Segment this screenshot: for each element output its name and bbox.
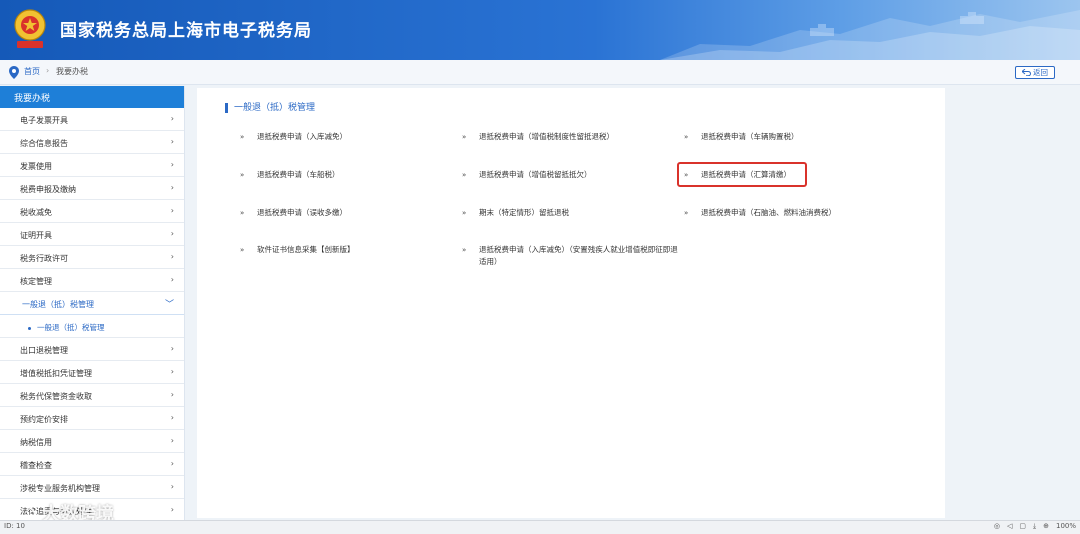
- bullet-dot-icon: [28, 326, 31, 330]
- sidebar-item[interactable]: 证明开具 ›: [0, 223, 184, 246]
- status-bar: ID: 10 ◎ ◁ ▢ ⤓ ⊕ 100%: [0, 520, 1080, 534]
- sidebar-item[interactable]: 稽查检查 ›: [0, 453, 184, 476]
- sidebar-subitem-general-refund[interactable]: 一般退（抵）税管理: [0, 315, 184, 338]
- sidebar-item[interactable]: 税务代保管资金收取 ›: [0, 384, 184, 407]
- chevron-right-icon: ›: [170, 367, 174, 376]
- status-right-tools: ◎ ◁ ▢ ⤓ ⊕ 100%: [994, 522, 1076, 531]
- chevron-right-icon: ›: [170, 482, 174, 491]
- back-button[interactable]: 返回: [1015, 66, 1055, 79]
- chevron-right-icon: ›: [170, 275, 174, 284]
- refund-link[interactable]: » 退抵税费申请（增值税制度性留抵退税）: [462, 131, 614, 143]
- breadcrumb-home-link[interactable]: 首页: [24, 66, 40, 77]
- top-header: 国家税务总局上海市电子税务局: [0, 0, 1080, 60]
- return-arrow-icon: [1022, 69, 1031, 76]
- check-icon[interactable]: ◎: [994, 522, 1000, 531]
- sidebar-item-general-refund[interactable]: 一般退（抵）税管理 ﹀: [0, 292, 184, 315]
- tax-emblem-icon: [14, 9, 46, 48]
- zoom-icon[interactable]: ⊕: [1043, 522, 1049, 531]
- download-icon[interactable]: ⤓: [1033, 522, 1036, 531]
- chevron-right-icon: ›: [170, 183, 174, 192]
- chevron-right-icon: ›: [170, 505, 174, 514]
- double-chevron-icon: »: [240, 133, 245, 141]
- refund-link[interactable]: » 期末（特定情形）留抵退税: [462, 207, 569, 219]
- great-wall-decoration: [660, 10, 1080, 60]
- speaker-icon[interactable]: ◁: [1007, 522, 1012, 531]
- sidebar-menu: 我要办税 电子发票开具 › 综合信息报告 › 发票使用 › 税费申报及缴纳 › 税收减免…: [0, 86, 185, 520]
- chevron-right-icon: ›: [170, 137, 174, 146]
- chevron-right-icon: ›: [170, 390, 174, 399]
- sidebar-item[interactable]: 涉税专业服务机构管理 ›: [0, 476, 184, 499]
- back-button-label: 返回: [1033, 68, 1048, 77]
- refund-link[interactable]: » 退抵税费申请（石脑油、燃料油消费税）: [684, 207, 836, 219]
- double-chevron-icon: »: [462, 133, 467, 141]
- refund-link[interactable]: » 退抵税费申请（入库减免）（安置残疾人就业增值税即征即退适用）: [462, 244, 679, 268]
- refund-link[interactable]: » 退抵税费申请（增值税留抵抵欠）: [462, 169, 592, 181]
- chevron-right-icon: ›: [170, 459, 174, 468]
- main-content-card: 一般退（抵）税管理 » 退抵税费申请（入库减免） » 退抵税费申请（增值税制度性留抵…: [197, 88, 945, 518]
- software-cert-link[interactable]: » 软件证书信息采集【创新版】: [240, 244, 355, 256]
- sidebar-item[interactable]: 税费申报及缴纳 ›: [0, 177, 184, 200]
- sidebar-item[interactable]: 增值税抵扣凭证管理 ›: [0, 361, 184, 384]
- sidebar-item[interactable]: 发票使用 ›: [0, 154, 184, 177]
- location-pin-icon: [9, 66, 19, 79]
- refund-link-settlement[interactable]: » 退抵税费申请（汇算清缴）: [684, 169, 791, 181]
- refund-link[interactable]: » 退抵税费申请（误收多缴）: [240, 207, 347, 219]
- double-chevron-icon: »: [240, 246, 245, 254]
- refund-link[interactable]: » 退抵税费申请（车辆购置税）: [684, 131, 799, 143]
- double-chevron-icon: »: [462, 209, 467, 217]
- sidebar-item[interactable]: 核定管理 ›: [0, 269, 184, 292]
- double-chevron-icon: »: [684, 133, 689, 141]
- sidebar-item[interactable]: 税收减免 ›: [0, 200, 184, 223]
- section-title: 一般退（抵）税管理: [225, 100, 315, 113]
- breadcrumb-separator: ›: [46, 66, 50, 75]
- double-chevron-icon: »: [684, 171, 689, 179]
- chevron-right-icon: ›: [170, 413, 174, 422]
- sidebar-item[interactable]: 电子发票开具 ›: [0, 108, 184, 131]
- chevron-right-icon: ›: [170, 114, 174, 123]
- zoom-level: 100%: [1055, 522, 1076, 530]
- double-chevron-icon: »: [462, 246, 467, 254]
- site-title: 国家税务总局上海市电子税务局: [60, 21, 312, 41]
- sidebar-item[interactable]: 出口退税管理 ›: [0, 338, 184, 361]
- double-chevron-icon: »: [240, 209, 245, 217]
- chevron-right-icon: ›: [170, 436, 174, 445]
- double-chevron-icon: »: [462, 171, 467, 179]
- chevron-right-icon: ›: [170, 229, 174, 238]
- sidebar-item[interactable]: 纳税信用 ›: [0, 430, 184, 453]
- sidebar-item[interactable]: 综合信息报告 ›: [0, 131, 184, 154]
- refund-link[interactable]: » 退抵税费申请（入库减免）: [240, 131, 347, 143]
- sidebar-title[interactable]: 我要办税: [0, 86, 184, 108]
- double-chevron-icon: »: [684, 209, 689, 217]
- chevron-right-icon: ›: [170, 160, 174, 169]
- refund-link[interactable]: » 退抵税费申请（车船税）: [240, 169, 340, 181]
- breadcrumb: 首页 › 我要办税: [0, 60, 1080, 85]
- chevron-right-icon: ›: [170, 344, 174, 353]
- chevron-down-icon: ﹀: [164, 300, 174, 310]
- chevron-right-icon: ›: [170, 252, 174, 261]
- sidebar-item[interactable]: 税务行政许可 ›: [0, 246, 184, 269]
- double-chevron-icon: »: [240, 171, 245, 179]
- status-left-text: ID: 10: [4, 522, 25, 530]
- sidebar-item[interactable]: 预约定价安排 ›: [0, 407, 184, 430]
- screenshot-icon[interactable]: ▢: [1019, 522, 1026, 531]
- title-accent-bar: [225, 102, 228, 113]
- chevron-right-icon: ›: [170, 206, 174, 215]
- breadcrumb-current: 我要办税: [56, 67, 88, 76]
